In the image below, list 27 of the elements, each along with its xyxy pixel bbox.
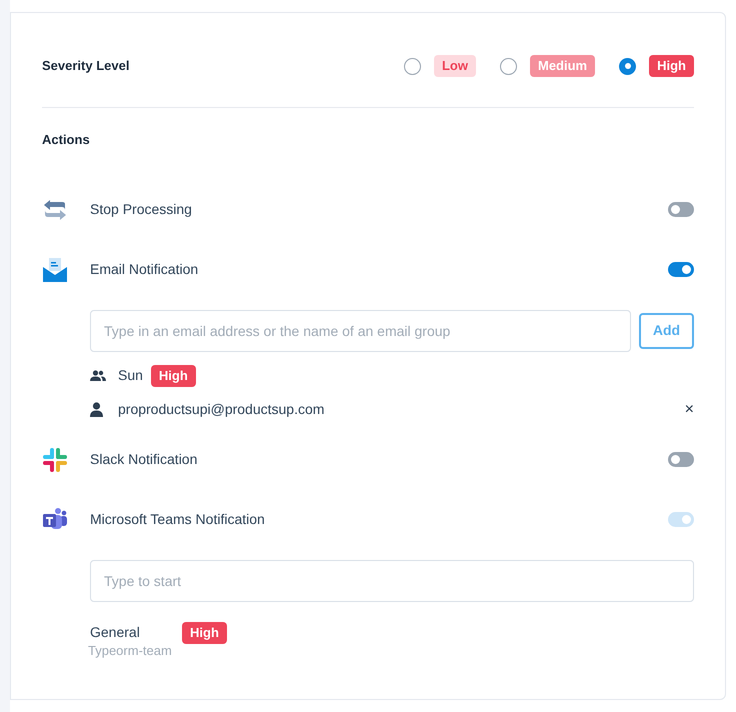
section-label: Severity Level [42,57,130,76]
toggle-switch[interactable] [668,202,694,217]
channel-name: General [90,622,141,642]
toggle-switch[interactable] [668,262,694,277]
action-label: Slack Notification [90,450,198,469]
user-icon [90,402,103,417]
radio-button[interactable] [619,58,636,74]
envelope-icon [42,256,68,282]
users-icon [90,370,106,382]
input-field[interactable]: Type in an email address or the name of an email group [90,310,631,352]
severity-badge: High [150,364,196,386]
hash-grid-icon [42,446,68,472]
action-label: Microsoft Teams Notification [90,510,266,529]
severity-badge: Low [434,55,476,77]
severity-badge: High [649,55,694,77]
radio-button[interactable] [404,58,421,74]
remove-button[interactable]: × [684,402,694,418]
severity-badge: Medium [530,55,596,77]
team-name: Typeorm-team [88,642,173,660]
severity-badge: High [182,622,227,644]
recipient-name: proproductsupi@productsup.com [118,400,324,419]
action-label: Email Notification [90,260,200,279]
recipient-name: Sun [118,366,143,385]
action-label: Stop Processing [90,200,193,219]
section-label: Actions [42,131,91,149]
toggle-switch[interactable] [668,452,694,467]
radio-button[interactable] [500,58,517,74]
